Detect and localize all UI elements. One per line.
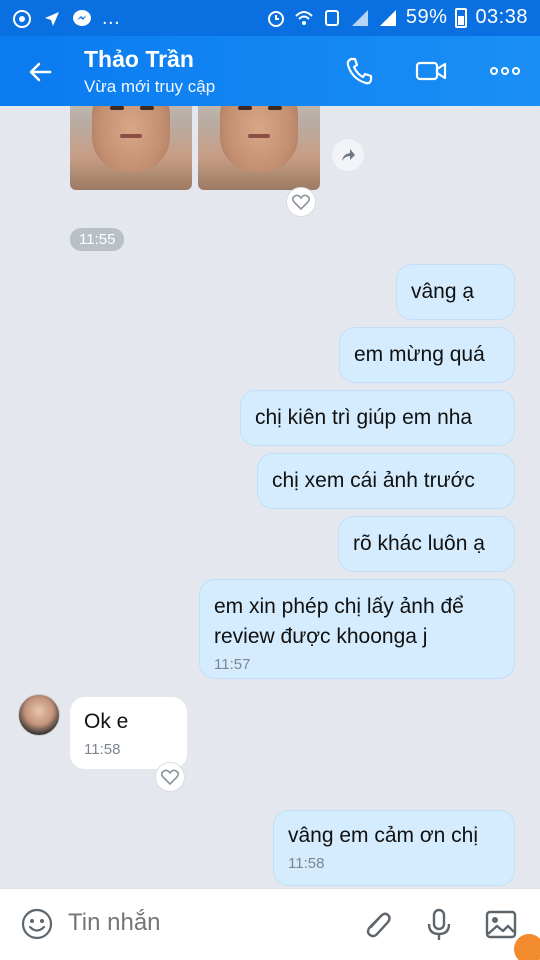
message-text: chị kiên trì giúp em nha: [255, 406, 473, 429]
react-heart-button[interactable]: [286, 187, 316, 217]
message-bubble-outgoing[interactable]: rõ khác luôn ạ: [338, 516, 515, 572]
signal-2-icon: [379, 9, 396, 26]
clock: 03:38: [475, 6, 528, 28]
app-notification-icon: [13, 9, 31, 28]
message-bubble-incoming[interactable]: Ok e 11:58: [69, 696, 188, 770]
message-bubble-outgoing[interactable]: em xin phép chị lấy ảnh để review được k…: [199, 579, 515, 679]
video-call-icon[interactable]: [414, 54, 448, 88]
contact-name: Thảo Trần: [84, 46, 194, 72]
message-text: vâng em cảm ơn chị: [288, 824, 479, 847]
back-arrow-icon[interactable]: [24, 56, 56, 88]
message-time: 11:57: [214, 656, 251, 673]
more-options-icon[interactable]: [488, 54, 522, 88]
shared-photos[interactable]: [70, 106, 320, 190]
signal-icon: [351, 9, 368, 26]
message-text: rõ khác luôn ạ: [353, 532, 485, 555]
photo-thumbnail[interactable]: [70, 106, 192, 190]
share-button[interactable]: [332, 139, 364, 171]
emoji-icon[interactable]: [20, 907, 54, 941]
battery-icon: [455, 7, 468, 28]
message-text: chị xem cái ảnh trước: [272, 469, 475, 492]
wifi-icon: [295, 10, 313, 25]
status-bar: ... 59% 03:38: [0, 0, 540, 36]
floating-badge[interactable]: [514, 934, 540, 960]
alarm-icon: [267, 10, 284, 27]
react-heart-button[interactable]: [155, 762, 185, 792]
location-arrow-icon: [45, 11, 59, 26]
heart-icon: [161, 769, 179, 785]
message-input[interactable]: [68, 909, 328, 937]
message-bubble-outgoing[interactable]: vâng ạ: [396, 264, 515, 320]
time-separator: 11:55: [70, 228, 125, 251]
heart-icon: [292, 194, 310, 210]
message-text: Ok e: [84, 710, 129, 733]
sim-icon: [324, 9, 339, 26]
share-icon: [342, 149, 355, 161]
message-time: 11:58: [84, 741, 121, 758]
message-text: em mừng quá: [354, 343, 485, 366]
message-bubble-outgoing[interactable]: chị xem cái ảnh trước: [257, 453, 515, 509]
composer-bar: [0, 888, 540, 960]
phone-icon[interactable]: [342, 54, 376, 88]
image-icon[interactable]: [484, 907, 518, 943]
message-text: vâng ạ: [411, 280, 475, 303]
avatar[interactable]: [18, 694, 60, 736]
photo-thumbnail[interactable]: [198, 106, 320, 190]
message-bubble-outgoing[interactable]: vâng em cảm ơn chị 11:58: [273, 810, 515, 886]
presence-status: Vừa mới truy cập: [84, 77, 216, 96]
status-more: ...: [102, 7, 121, 29]
contact-info[interactable]: Thảo Trần Vừa mới truy cập: [84, 46, 215, 97]
battery-percent: 59%: [405, 6, 448, 28]
message-bubble-outgoing[interactable]: chị kiên trì giúp em nha: [240, 390, 515, 446]
chat-header: Thảo Trần Vừa mới truy cập: [0, 36, 540, 106]
messenger-icon: [73, 9, 91, 26]
attachment-icon[interactable]: [360, 907, 394, 943]
microphone-icon[interactable]: [422, 907, 456, 943]
message-time: 11:58: [288, 855, 325, 872]
message-bubble-outgoing[interactable]: em mừng quá: [339, 327, 515, 383]
message-text: em xin phép chị lấy ảnh để review được k…: [214, 595, 464, 648]
message-list[interactable]: 11:55 vâng ạ em mừng quá chị kiên trì gi…: [0, 106, 540, 888]
